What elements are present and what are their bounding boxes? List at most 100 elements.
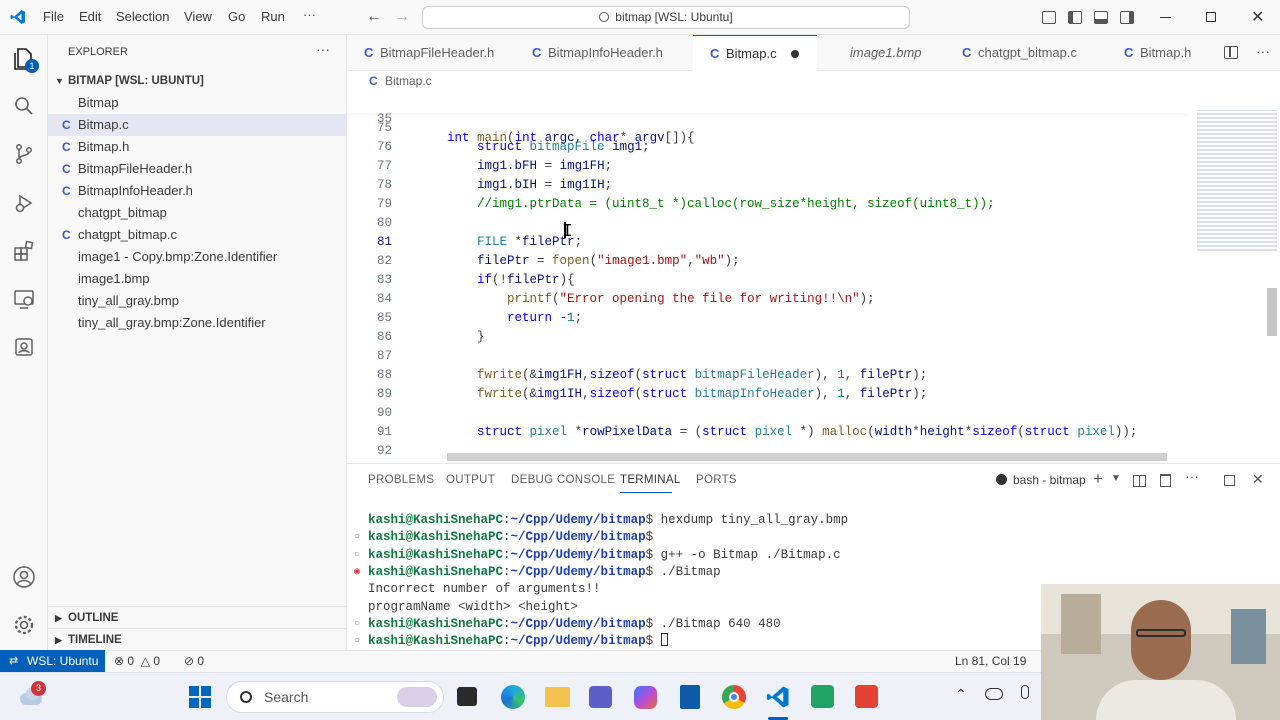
outline-section[interactable]: ▶ OUTLINE xyxy=(48,606,347,628)
close-window-icon[interactable]: ✕ xyxy=(1251,7,1264,27)
toggle-panel-icon[interactable] xyxy=(1094,11,1108,24)
layout-icon[interactable] xyxy=(1042,11,1056,24)
remote-explorer-icon[interactable] xyxy=(12,287,36,311)
minimize-icon[interactable] xyxy=(1160,17,1171,18)
editor-tab[interactable]: C BitmapFileHeader.h xyxy=(347,35,515,71)
run-debug-icon[interactable] xyxy=(12,191,36,215)
tab-terminal[interactable]: TERMINAL xyxy=(620,474,681,486)
code-editor[interactable]: 35 int main(int argc, char* argv[]){ 757… xyxy=(347,91,1280,463)
menu-selection[interactable]: Selection xyxy=(116,9,169,24)
file-item[interactable]: chatgpt_bitmap xyxy=(48,202,347,224)
editor-more-button[interactable]: ··· xyxy=(1256,43,1270,59)
tab-output[interactable]: OUTPUT xyxy=(446,474,495,486)
microphone-icon[interactable] xyxy=(1021,685,1029,699)
edge-icon[interactable] xyxy=(501,685,525,709)
copilot-icon[interactable] xyxy=(634,686,657,709)
error-decoration-icon[interactable]: ◉ xyxy=(354,564,360,581)
toggle-sidebar-icon[interactable] xyxy=(1068,11,1082,24)
success-decoration-icon[interactable]: ○ xyxy=(354,616,360,633)
file-item[interactable]: tiny_all_gray.bmp:Zone.Identifier xyxy=(48,312,347,334)
docker-icon[interactable] xyxy=(12,335,36,359)
file-item[interactable]: C BitmapInfoHeader.h xyxy=(48,180,347,202)
menu-view[interactable]: View xyxy=(184,9,212,24)
file-item[interactable]: C Bitmap.c xyxy=(48,114,347,136)
minimap[interactable] xyxy=(1192,91,1280,463)
menu-run[interactable]: Run xyxy=(261,9,285,24)
c-file-icon: C xyxy=(532,45,542,60)
editor-tab[interactable]: C Bitmap.h xyxy=(1107,35,1207,71)
chrome-icon[interactable] xyxy=(722,685,746,709)
task-view-icon[interactable] xyxy=(457,687,477,706)
file-item[interactable]: Bitmap xyxy=(48,92,347,114)
tab-ports[interactable]: PORTS xyxy=(696,474,737,486)
line-number: 78 xyxy=(376,178,392,192)
taskbar-search[interactable]: Search xyxy=(226,681,444,713)
ports-indicator[interactable]: ⊘ 0 xyxy=(184,654,204,668)
split-terminal-icon[interactable] xyxy=(1133,475,1146,487)
file-explorer-icon[interactable] xyxy=(545,687,570,707)
source-control-icon[interactable] xyxy=(12,142,36,166)
timeline-section[interactable]: ▶ TIMELINE xyxy=(48,628,347,650)
windows-start-icon[interactable] xyxy=(189,686,211,708)
split-editor-icon[interactable] xyxy=(1224,46,1238,59)
editor-tab[interactable]: Cchatgpt_bitmap.c xyxy=(945,35,1107,71)
problems-indicator[interactable]: ⊗ 0 △ 0 xyxy=(114,654,160,668)
vscode-taskbar-icon[interactable] xyxy=(766,685,790,709)
editor-scrollbar[interactable] xyxy=(1267,288,1277,336)
file-item[interactable]: tiny_all_gray.bmp xyxy=(48,290,347,312)
line-number: 81 xyxy=(376,235,392,249)
terminal-selector[interactable]: bash - bitmap xyxy=(996,473,1086,487)
menu-go[interactable]: Go xyxy=(228,9,245,24)
folder-header[interactable]: ▼ BITMAP [WSL: UBUNTU] xyxy=(48,70,347,92)
cloud-icon[interactable] xyxy=(985,688,1003,700)
toggle-secondary-sidebar-icon[interactable] xyxy=(1120,11,1134,24)
chevron-down-icon[interactable]: ▼ xyxy=(1111,473,1121,484)
tab-debug-console[interactable]: DEBUG CONSOLE xyxy=(511,474,615,486)
excel-icon[interactable] xyxy=(811,685,834,708)
menu-edit[interactable]: Edit xyxy=(79,9,101,24)
terminal-line: ○ kashi@KashiSnehaPC:~/Cpp/Udemy/bitmap$ … xyxy=(354,616,781,631)
maximize-panel-icon[interactable] xyxy=(1224,475,1235,486)
file-item[interactable]: Cchatgpt_bitmap.c xyxy=(48,224,347,246)
file-item[interactable]: C Bitmap.h xyxy=(48,136,347,158)
pdf-icon[interactable] xyxy=(855,685,878,708)
editor-tab[interactable]: C BitmapInfoHeader.h xyxy=(515,35,693,71)
horizontal-scrollbar[interactable] xyxy=(447,453,1167,461)
file-item[interactable]: image1.bmp xyxy=(48,268,347,290)
file-item[interactable]: C BitmapFileHeader.h xyxy=(48,158,347,180)
close-panel-icon[interactable]: ✕ xyxy=(1252,471,1264,488)
sticky-scroll-line[interactable]: 35 int main(int argc, char* argv[]){ xyxy=(347,91,1280,145)
file-item[interactable]: image1 - Copy.bmp:Zone.Identifier xyxy=(48,246,347,268)
success-decoration-icon[interactable]: ○ xyxy=(354,529,360,546)
command-center[interactable]: bitmap [WSL: Ubuntu] xyxy=(422,6,910,29)
success-decoration-icon[interactable]: ○ xyxy=(354,547,360,564)
breadcrumb-file[interactable]: Bitmap.c xyxy=(385,74,432,88)
editor-tab[interactable]: C Bitmap.c xyxy=(693,35,817,71)
menu-file[interactable]: File xyxy=(43,9,64,24)
new-terminal-icon[interactable]: + xyxy=(1093,469,1103,489)
line-number: 85 xyxy=(376,311,392,325)
unsaved-dot-icon[interactable] xyxy=(791,50,799,58)
search-view-icon[interactable] xyxy=(12,94,36,118)
panel-more-button[interactable]: ··· xyxy=(1185,468,1199,484)
success-decoration-icon[interactable]: ○ xyxy=(354,633,360,650)
extensions-icon[interactable] xyxy=(12,239,36,263)
restore-icon[interactable] xyxy=(1206,12,1216,22)
teams-icon[interactable] xyxy=(589,686,612,708)
terminal-prompt-user: kashi@KashiSnehaPC xyxy=(368,513,504,527)
tab-problems[interactable]: PROBLEMS xyxy=(368,474,434,486)
editor-tab[interactable]: image1.bmp xyxy=(817,35,945,71)
terminal-line: Incorrect number of arguments!! xyxy=(368,581,601,598)
settings-gear-icon[interactable] xyxy=(12,613,36,637)
explorer-more-button[interactable]: ··· xyxy=(316,41,330,57)
back-arrow-icon[interactable]: ← xyxy=(366,8,382,26)
notepad-icon[interactable] xyxy=(680,685,700,709)
account-icon[interactable] xyxy=(12,565,36,589)
cursor-position[interactable]: Ln 81, Col 19 xyxy=(955,654,1026,668)
menu-more-button[interactable]: ··· xyxy=(303,7,316,22)
trash-icon[interactable] xyxy=(1160,474,1171,487)
chevron-up-icon[interactable]: ⌃ xyxy=(955,686,967,703)
forward-arrow-icon[interactable]: → xyxy=(394,8,410,26)
remote-indicator[interactable]: ⇄ WSL: Ubuntu xyxy=(0,650,105,672)
tab-label: Bitmap.c xyxy=(726,46,777,61)
